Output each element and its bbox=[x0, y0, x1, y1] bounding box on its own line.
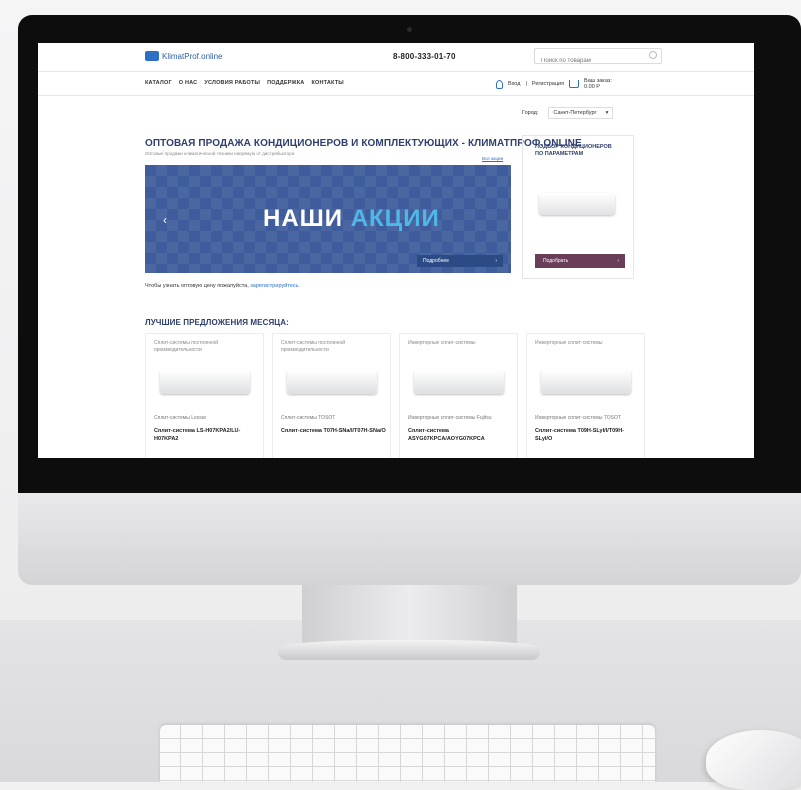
selector-title: ПОДБОР КОНДИЦИОНЕРОВ ПО ПАРАМЕТРАМ bbox=[535, 144, 612, 157]
logo-text: KlimatProf.online bbox=[162, 51, 223, 61]
chevron-left-icon[interactable]: ‹ bbox=[163, 213, 167, 227]
banner-title-part-2: АКЦИИ bbox=[350, 205, 440, 232]
login-link[interactable]: Вход bbox=[508, 81, 520, 87]
product-brand[interactable]: Сплит-системы TOSOT bbox=[281, 415, 386, 421]
logo-icon bbox=[145, 51, 159, 61]
cart-summary[interactable]: Ваш заказ: 0.00 Р bbox=[584, 78, 612, 90]
product-category[interactable]: Инверторные сплит-системы bbox=[535, 340, 627, 347]
city-dropdown[interactable]: Санкт-Петербург ▾ bbox=[548, 107, 614, 119]
user-icon bbox=[496, 79, 503, 89]
product-model[interactable]: Сплит-система T07H-SNa/I/T07H-SNa/O bbox=[281, 427, 386, 435]
air-conditioner-image bbox=[539, 193, 615, 215]
chevron-right-icon: › bbox=[495, 258, 497, 264]
product-model[interactable]: Сплит-система T09H-SLyI/I/T09H-SLyI/O bbox=[535, 427, 640, 443]
banner-more-label: Подробнее bbox=[423, 258, 449, 264]
parameter-selector-panel: ПОДБОР КОНДИЦИОНЕРОВ ПО ПАРАМЕТРАМ Подоб… bbox=[522, 135, 634, 279]
nav-item-about[interactable]: О НАС bbox=[179, 80, 198, 86]
search-input[interactable] bbox=[539, 54, 643, 68]
select-button-label: Подобрать bbox=[543, 258, 569, 264]
product-model[interactable]: Сплит-система ASYG07KPCA/AOYG07KPCA bbox=[408, 427, 513, 443]
all-promos-link[interactable]: Все акции bbox=[482, 156, 503, 161]
banner-title-part-1: НАШИ bbox=[263, 205, 344, 232]
product-image[interactable] bbox=[287, 370, 377, 394]
city-label: Город: bbox=[522, 110, 539, 116]
product-model[interactable]: Сплит-система LS-H07KPA2/LU-H07KPA2 bbox=[154, 427, 259, 443]
product-card[interactable]: Сплит-системы постоянной производительно… bbox=[145, 333, 264, 458]
banner-more-button[interactable]: Подробнее › bbox=[417, 255, 503, 267]
chevron-right-icon: › bbox=[617, 258, 619, 264]
main-nav: КАТАЛОГ О НАС УСЛОВИЯ РАБОТЫ ПОДДЕРЖКА К… bbox=[38, 73, 754, 96]
nav-item-terms[interactable]: УСЛОВИЯ РАБОТЫ bbox=[204, 80, 260, 86]
register-prompt-link[interactable]: зарегистрируйтесь. bbox=[250, 283, 300, 289]
city-value: Санкт-Петербург bbox=[553, 110, 597, 116]
nav-item-catalog[interactable]: КАТАЛОГ bbox=[145, 80, 172, 86]
product-brand[interactable]: Сплит-системы Lessar bbox=[154, 415, 259, 421]
cart-total: 0.00 Р bbox=[584, 84, 600, 90]
product-brand[interactable]: Инверторные сплит-системы TOSOT bbox=[535, 415, 640, 421]
search-box[interactable] bbox=[534, 48, 662, 68]
camera-icon bbox=[407, 27, 412, 32]
nav-item-contacts[interactable]: КОНТАКТЫ bbox=[311, 80, 343, 86]
nav-menu: КАТАЛОГ О НАС УСЛОВИЯ РАБОТЫ ПОДДЕРЖКА К… bbox=[145, 80, 344, 86]
promo-banner[interactable]: ‹ НАШИ АКЦИИ Подробнее › bbox=[145, 165, 511, 273]
nav-item-support[interactable]: ПОДДЕРЖКА bbox=[267, 80, 304, 86]
product-brand[interactable]: Инверторные сплит-системы Fujitsu bbox=[408, 415, 513, 421]
monitor-chin bbox=[18, 493, 801, 585]
account-separator: | bbox=[525, 81, 527, 87]
product-list: Сплит-системы постоянной производительно… bbox=[145, 333, 645, 458]
product-card[interactable]: Инверторные сплит-системы Инверторные сп… bbox=[399, 333, 518, 458]
page-title: ОПТОВАЯ ПРОДАЖА КОНДИЦИОНЕРОВ И КОМПЛЕКТ… bbox=[145, 138, 582, 149]
city-selector: Город: Санкт-Петербург ▾ bbox=[522, 107, 614, 119]
search-icon[interactable] bbox=[649, 51, 657, 59]
monitor-stand-neck bbox=[302, 585, 517, 645]
product-category[interactable]: Инверторные сплит-системы bbox=[408, 340, 500, 347]
select-button[interactable]: Подобрать › bbox=[535, 254, 625, 268]
phone-number[interactable]: 8-800-333-01-70 bbox=[393, 52, 456, 61]
page-subtitle: Оптовые продажи климатической техники на… bbox=[145, 151, 295, 156]
register-link[interactable]: Регистрация bbox=[532, 81, 564, 87]
product-card[interactable]: Сплит-системы постоянной производительно… bbox=[272, 333, 391, 458]
banner-title: НАШИ АКЦИИ bbox=[263, 205, 440, 233]
site-logo[interactable]: KlimatProf.online bbox=[145, 51, 222, 61]
account-area: Вход | Регистрация Ваш заказ: 0.00 Р bbox=[496, 78, 612, 90]
product-category[interactable]: Сплит-системы постоянной производительно… bbox=[281, 340, 373, 354]
product-image[interactable] bbox=[541, 370, 631, 394]
product-image[interactable] bbox=[160, 370, 250, 394]
keyboard bbox=[160, 725, 655, 782]
product-image[interactable] bbox=[414, 370, 504, 394]
mouse bbox=[706, 730, 801, 790]
register-prompt-text: Чтобы узнать оптовую цену пожалуйста, bbox=[145, 283, 249, 289]
best-offers-title: ЛУЧШИЕ ПРЕДЛОЖЕНИЯ МЕСЯЦА: bbox=[145, 318, 289, 327]
cart-icon[interactable] bbox=[569, 80, 580, 88]
product-category[interactable]: Сплит-системы постоянной производительно… bbox=[154, 340, 246, 354]
site-header: KlimatProf.online 8-800-333-01-70 bbox=[38, 43, 754, 72]
monitor-stand-foot bbox=[278, 640, 540, 660]
product-card[interactable]: Инверторные сплит-системы Инверторные сп… bbox=[526, 333, 645, 458]
register-prompt: Чтобы узнать оптовую цену пожалуйста, за… bbox=[145, 283, 300, 289]
website-screen: KlimatProf.online 8-800-333-01-70 КАТАЛО… bbox=[38, 43, 754, 458]
chevron-down-icon: ▾ bbox=[605, 110, 609, 116]
